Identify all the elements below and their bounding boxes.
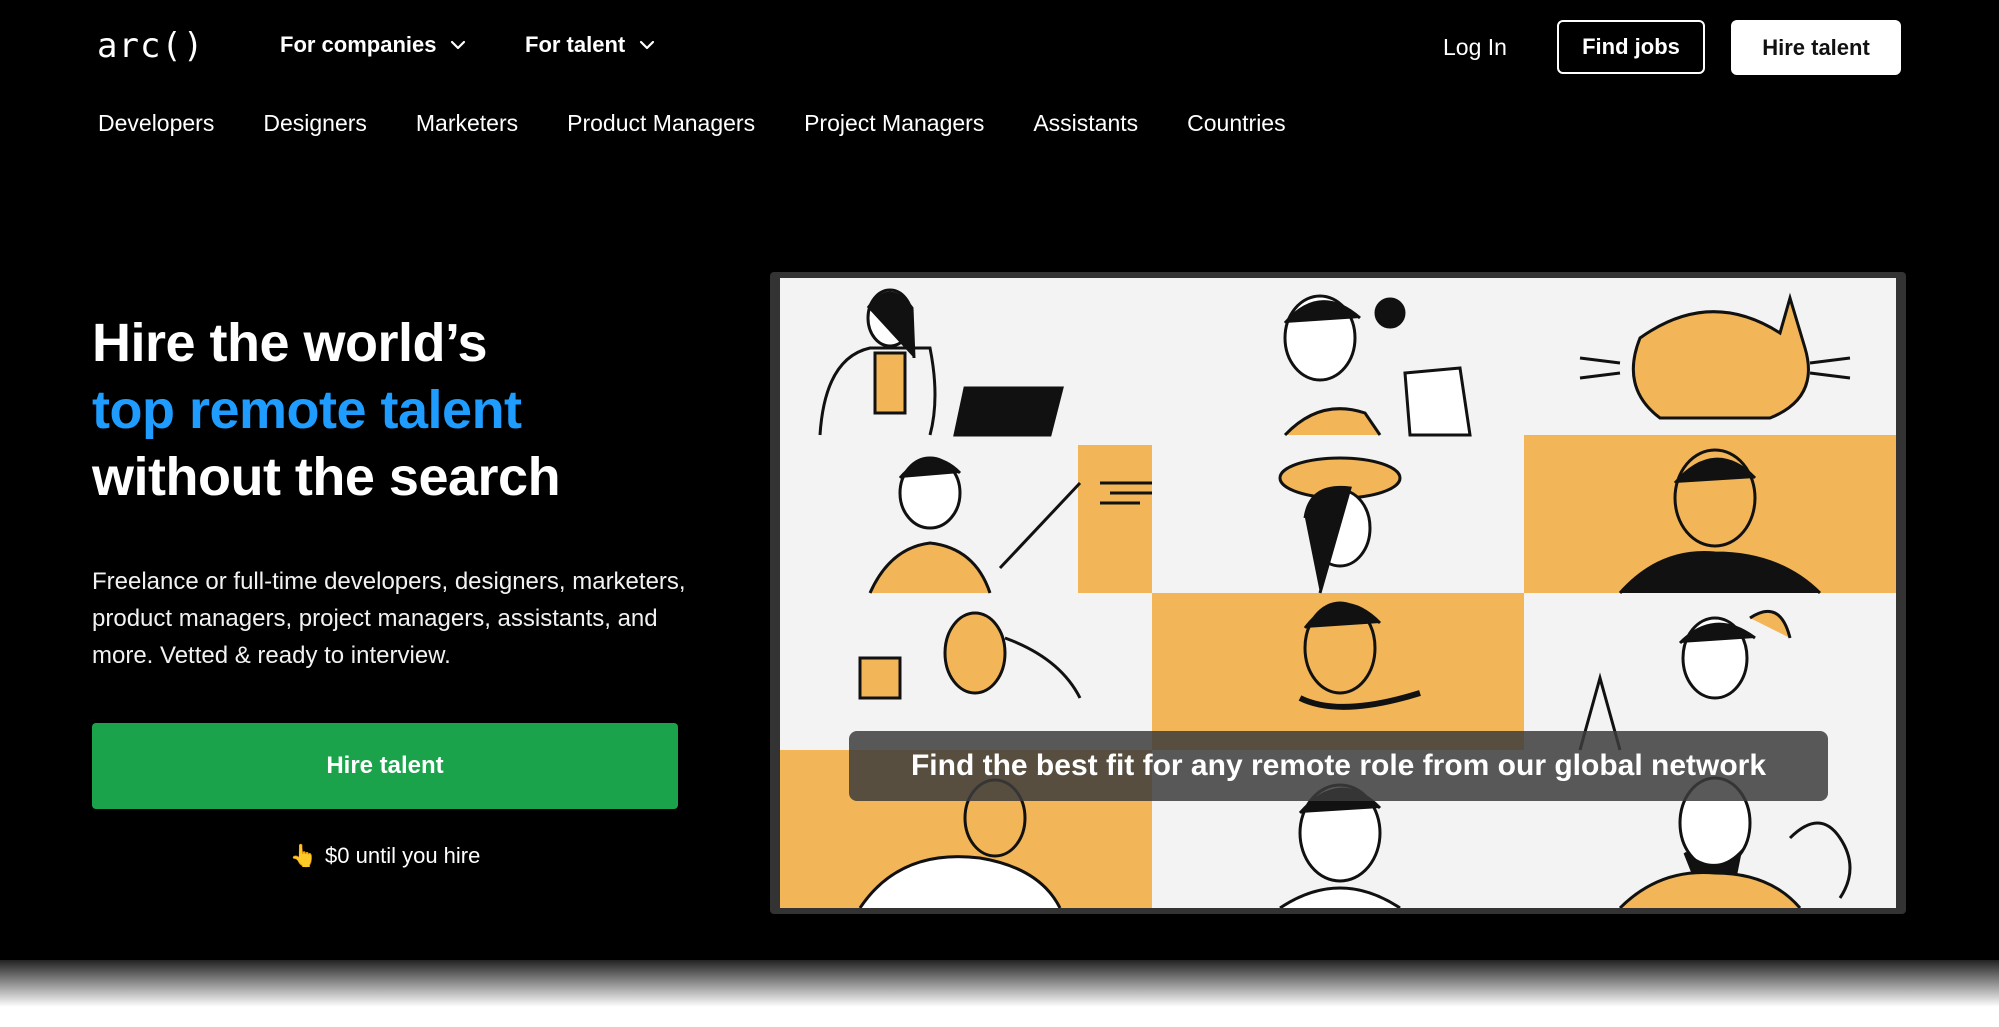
subnav-assistants[interactable]: Assistants <box>1033 110 1138 140</box>
top-navigation: arc() For companies For talent Log In Fi… <box>0 0 1999 96</box>
hire-talent-header-button[interactable]: Hire talent <box>1731 20 1901 75</box>
hero-title: Hire the world’s top remote talent witho… <box>92 310 752 511</box>
hero-video[interactable]: Find the best fit for any remote role fr… <box>770 272 1906 914</box>
arc-logo[interactable]: arc() <box>97 26 204 66</box>
section-divider <box>0 960 1999 1027</box>
pointing-hand-icon: 👆 <box>289 843 318 868</box>
subnav-developers[interactable]: Developers <box>98 110 214 140</box>
subnav-product-managers[interactable]: Product Managers <box>567 110 755 140</box>
nav-for-companies-label: For companies <box>280 32 437 57</box>
video-caption: Find the best fit for any remote role fr… <box>849 731 1828 801</box>
hero-description: Freelance or full-time developers, desig… <box>92 568 686 669</box>
pricing-note-text: $0 until you hire <box>325 843 481 868</box>
subnav-project-managers[interactable]: Project Managers <box>804 110 984 140</box>
category-nav: Developers Designers Marketers Product M… <box>98 110 1286 140</box>
pricing-note: 👆 $0 until you hire <box>92 843 678 869</box>
subnav-marketers[interactable]: Marketers <box>416 110 518 140</box>
login-link[interactable]: Log In <box>1443 34 1507 61</box>
subnav-countries[interactable]: Countries <box>1187 110 1285 140</box>
talent-illustration-grid <box>780 278 1896 908</box>
nav-for-talent[interactable]: For talent <box>525 32 657 58</box>
hire-talent-cta-button[interactable]: Hire talent <box>92 723 678 809</box>
chevron-down-icon <box>451 40 466 50</box>
hero-title-line-1: Hire the world’s <box>92 313 488 373</box>
nav-for-companies[interactable]: For companies <box>280 32 468 58</box>
hero-title-line-3: without the search <box>92 447 561 507</box>
chevron-down-icon <box>640 40 655 50</box>
hero-title-highlight: top remote talent <box>92 380 522 440</box>
find-jobs-button[interactable]: Find jobs <box>1557 20 1705 74</box>
nav-for-talent-label: For talent <box>525 32 626 57</box>
subnav-designers[interactable]: Designers <box>263 110 367 140</box>
